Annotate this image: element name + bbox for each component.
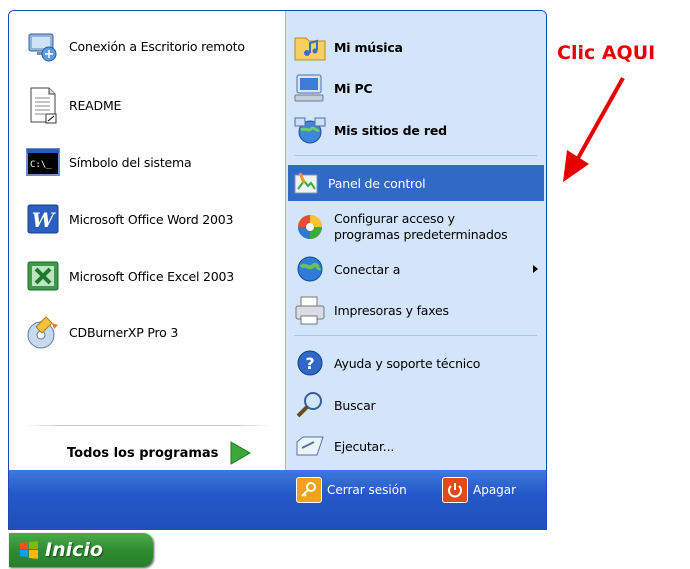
default-programs-label: Configurar acceso y programas predetermi… (334, 211, 508, 242)
right-separator (294, 335, 537, 336)
help-icon: ? (290, 343, 330, 383)
right-item-help[interactable]: ? Ayuda y soporte técnico (290, 343, 480, 383)
program-label: CDBurnerXP Pro 3 (69, 324, 179, 340)
control-panel-icon (288, 165, 324, 201)
right-item-label: Impresoras y faxes (334, 302, 449, 318)
command-prompt-icon: C:\_ (23, 142, 63, 182)
windows-logo-icon (20, 541, 38, 559)
right-item-printers[interactable]: Impresoras y faxes (290, 290, 449, 330)
right-item-network-places[interactable]: Mis sitios de red (290, 110, 447, 150)
run-icon (290, 426, 330, 466)
click-here-annotation: Clic AQUI (557, 42, 656, 64)
program-label: Conexión a Escritorio remoto (69, 38, 245, 54)
right-item-label: Ayuda y soporte técnico (334, 355, 481, 371)
program-cdburner[interactable]: CDBurnerXP Pro 3 (23, 312, 178, 352)
logoff-button[interactable]: Cerrar sesión (296, 477, 407, 503)
program-label: Microsoft Office Word 2003 (69, 211, 234, 227)
printer-icon (290, 290, 330, 330)
system-links-pane: Mi música Mi PC Mis sitios de red Panel … (285, 11, 546, 470)
right-item-label: Mis sitios de red (334, 122, 447, 138)
right-item-control-panel[interactable]: Panel de control (288, 165, 544, 201)
right-item-my-computer[interactable]: Mi PC (290, 68, 373, 108)
start-menu: Conexión a Escritorio remoto README C:\_… (8, 10, 547, 531)
program-remote-desktop[interactable]: Conexión a Escritorio remoto (23, 26, 245, 66)
right-item-label: Conectar a (334, 261, 401, 277)
program-label: README (69, 97, 122, 113)
connect-to-icon (290, 249, 330, 289)
right-item-label: Buscar (334, 397, 376, 413)
remote-desktop-icon (23, 26, 63, 66)
program-label: Símbolo del sistema (69, 154, 192, 170)
right-item-label: Mi PC (334, 80, 373, 96)
right-item-default-programs[interactable]: Configurar acceso y programas predetermi… (290, 207, 508, 247)
my-computer-icon (290, 68, 330, 108)
program-label: Microsoft Office Excel 2003 (69, 268, 235, 284)
green-arrow-icon (230, 441, 252, 465)
document-icon (23, 85, 63, 125)
right-item-connect-to[interactable]: Conectar a (290, 249, 544, 289)
all-programs-label: Todos los programas (67, 445, 219, 461)
right-item-label: Panel de control (328, 175, 426, 191)
right-item-search[interactable]: Buscar (290, 385, 376, 425)
search-icon (290, 385, 330, 425)
program-excel[interactable]: Microsoft Office Excel 2003 (23, 256, 234, 296)
shutdown-label: Apagar (473, 483, 517, 497)
logoff-label: Cerrar sesión (327, 483, 407, 497)
start-label: Inicio (45, 539, 103, 561)
network-places-icon (290, 110, 330, 150)
svg-text:?: ? (305, 354, 314, 373)
program-word[interactable]: W Microsoft Office Word 2003 (23, 199, 233, 239)
key-icon (296, 477, 322, 503)
svg-text:C:\_: C:\_ (30, 160, 52, 170)
power-icon (442, 477, 468, 503)
start-button[interactable]: Inicio (9, 533, 153, 567)
right-item-label: Ejecutar... (334, 438, 395, 454)
cdburner-icon (23, 312, 63, 352)
submenu-arrow-icon (533, 265, 538, 273)
right-item-my-music[interactable]: Mi música (290, 27, 403, 67)
program-readme[interactable]: README (23, 85, 121, 125)
all-programs-button[interactable]: Todos los programas (67, 440, 252, 466)
program-command-prompt[interactable]: C:\_ Símbolo del sistema (23, 142, 192, 182)
right-separator (294, 155, 537, 156)
shutdown-button[interactable]: Apagar (442, 477, 516, 503)
default-programs-icon (290, 207, 330, 247)
right-item-run[interactable]: Ejecutar... (290, 426, 394, 466)
red-arrow-icon (563, 77, 625, 182)
right-item-label: Mi música (334, 39, 403, 55)
word-icon: W (23, 199, 63, 239)
svg-text:W: W (32, 208, 57, 232)
pinned-programs-pane: Conexión a Escritorio remoto README C:\_… (9, 11, 285, 470)
music-folder-icon (290, 27, 330, 67)
all-programs-separator (23, 425, 273, 426)
excel-icon (23, 256, 63, 296)
